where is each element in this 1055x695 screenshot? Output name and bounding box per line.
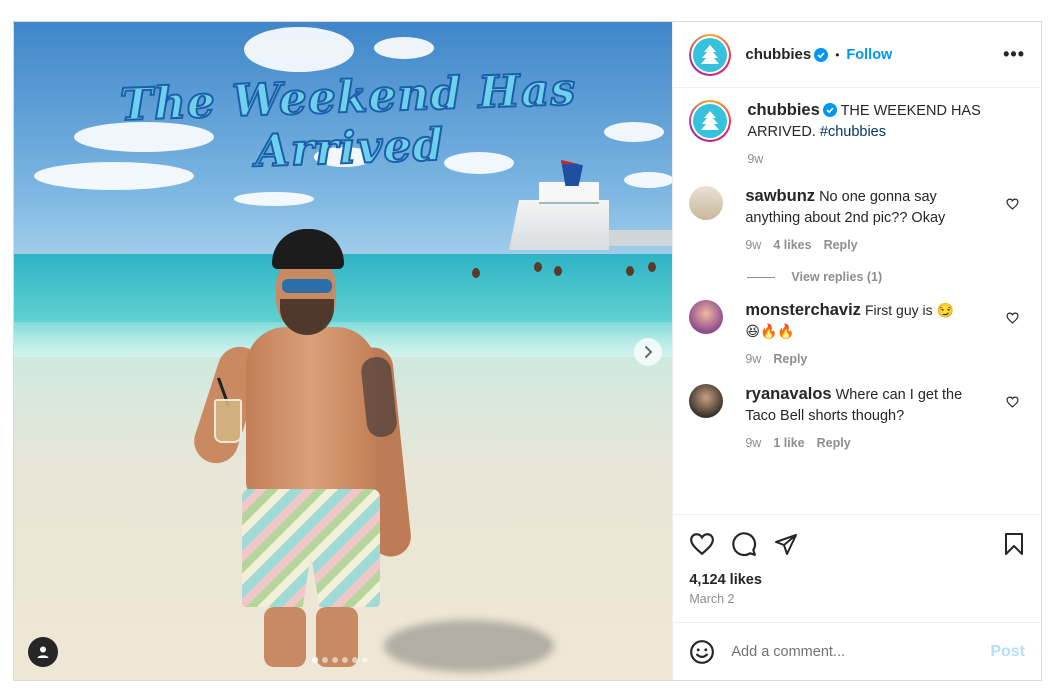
carousel-dot — [342, 657, 348, 663]
comment-username[interactable]: monsterchaviz — [745, 301, 861, 319]
more-icon[interactable]: ••• — [1003, 44, 1025, 65]
carousel-dot — [322, 657, 328, 663]
follow-button[interactable]: Follow — [846, 47, 892, 63]
comment-time: 9w — [745, 436, 762, 450]
post-header: chubbies • Follow ••• — [673, 22, 1041, 88]
swimmer — [648, 262, 656, 272]
reply-button[interactable]: Reply — [824, 235, 858, 256]
user-tag-icon — [37, 646, 49, 658]
likes-count[interactable]: 4,124 likes — [673, 572, 1041, 588]
image-title-text: The Weekend Has Arrived — [118, 63, 578, 178]
comment-time: 9w — [745, 238, 762, 252]
next-image-button[interactable] — [634, 338, 662, 366]
cloud — [374, 37, 434, 59]
comment: ryanavalos Where can I get the Taco Bell… — [689, 384, 1025, 454]
avatar[interactable] — [689, 33, 732, 76]
avatar[interactable] — [689, 100, 732, 142]
cap — [272, 229, 344, 269]
caption-time: 9w — [747, 152, 764, 166]
emoji-icon[interactable] — [689, 639, 715, 665]
caption-username[interactable]: chubbies — [747, 101, 819, 119]
share-icon[interactable] — [773, 532, 799, 556]
bookmark-icon[interactable] — [1003, 532, 1025, 556]
post-date: March 2 — [689, 592, 735, 606]
swim-shorts — [242, 489, 380, 607]
chevron-right-icon — [645, 346, 653, 358]
comment-likes[interactable]: 1 like — [773, 433, 804, 454]
swimmer — [554, 266, 562, 276]
comment-text: First guy is 😏 — [864, 302, 954, 318]
header-username[interactable]: chubbies — [745, 46, 811, 63]
comment-likes[interactable]: 4 likes — [773, 235, 811, 256]
comment-username[interactable]: sawbunz — [745, 187, 815, 205]
carousel-dots — [312, 657, 368, 663]
comment-time: 9w — [745, 352, 762, 366]
carousel-dot — [312, 657, 318, 663]
comment: sawbunz No one gonna say anything about … — [689, 186, 1025, 256]
heart-icon[interactable] — [1006, 198, 1019, 210]
carousel-dot — [362, 657, 368, 663]
heart-icon[interactable] — [1006, 396, 1019, 408]
post-sidebar: chubbies • Follow ••• chubbies THE WEEKE… — [672, 22, 1041, 680]
instagram-post: The Weekend Has Arrived chubbies • Follo… — [13, 21, 1042, 681]
brand-logo-icon — [701, 44, 720, 64]
comment-text-emoji: 😆🔥🔥 — [745, 324, 795, 340]
cruise-ship — [509, 160, 639, 250]
brand-logo-icon — [701, 111, 720, 130]
carousel-dot — [332, 657, 338, 663]
drink-cup — [214, 399, 242, 443]
commenter-avatar[interactable] — [689, 186, 724, 220]
comment-input[interactable] — [731, 643, 991, 660]
person — [188, 227, 424, 667]
view-replies-button[interactable]: View replies (1) — [747, 270, 1025, 284]
commenter-avatar[interactable] — [689, 300, 724, 334]
comment-icon[interactable] — [731, 531, 757, 557]
reply-button[interactable]: Reply — [773, 349, 807, 370]
verified-icon — [822, 103, 837, 117]
heart-icon[interactable] — [689, 532, 715, 556]
action-bar — [673, 514, 1041, 572]
comments-list: chubbies THE WEEKEND HAS ARRIVED. #chubb… — [673, 88, 1041, 514]
post-image[interactable]: The Weekend Has Arrived — [14, 22, 673, 680]
caption: chubbies THE WEEKEND HAS ARRIVED. #chubb… — [689, 100, 1025, 170]
comment: monsterchaviz First guy is 😏 😆🔥🔥 9w Repl… — [689, 300, 1025, 370]
commenter-avatar[interactable] — [689, 384, 724, 418]
caption-hashtag[interactable]: #chubbies — [820, 124, 886, 140]
sunglasses — [282, 279, 332, 293]
carousel-dot — [352, 657, 358, 663]
reply-button[interactable]: Reply — [817, 433, 851, 454]
user-tag-button[interactable] — [28, 637, 58, 667]
swimmer — [534, 262, 542, 272]
separator-dot: • — [835, 47, 840, 62]
view-replies-label: View replies (1) — [791, 270, 883, 284]
cloud — [234, 192, 314, 206]
post-comment-button[interactable]: Post — [990, 643, 1025, 661]
comment-username[interactable]: ryanavalos — [745, 385, 831, 403]
swimmer — [472, 268, 480, 278]
cloud — [244, 27, 354, 72]
heart-icon[interactable] — [1006, 312, 1019, 324]
add-comment-bar: Post — [673, 622, 1041, 680]
verified-icon — [814, 47, 829, 62]
swimmer — [626, 266, 634, 276]
